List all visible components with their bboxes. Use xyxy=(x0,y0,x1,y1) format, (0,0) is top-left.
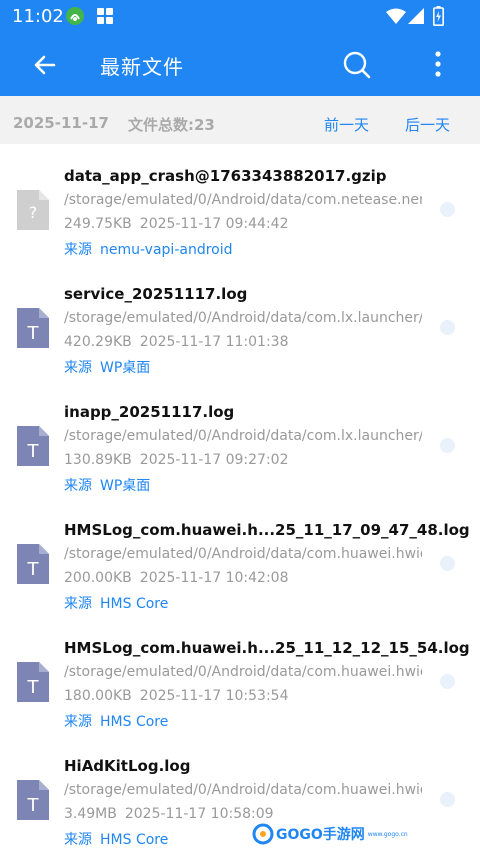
page-title: 最新文件 xyxy=(100,55,184,79)
file-modified-time: 2025-11-17 09:27:02 xyxy=(139,452,289,468)
svg-text:T: T xyxy=(27,323,40,344)
svg-text:T: T xyxy=(27,559,40,580)
file-list-item[interactable]: T HiAdKitLog.log /storage/emulated/0/And… xyxy=(0,734,480,852)
file-path: /storage/emulated/0/Android/data/com.hua… xyxy=(64,782,422,798)
source-label: 来源 xyxy=(64,360,92,376)
source-label: 来源 xyxy=(64,714,92,730)
text-file-icon: T xyxy=(17,426,49,466)
search-button[interactable] xyxy=(342,50,372,80)
file-source: 来源 HMS Core xyxy=(64,829,168,849)
file-size: 200.00KB xyxy=(64,570,132,586)
file-modified-time: 2025-11-17 09:44:42 xyxy=(139,216,289,232)
search-icon xyxy=(343,51,371,79)
file-source: 来源 WP桌面 xyxy=(64,475,150,495)
select-checkbox[interactable] xyxy=(440,674,455,689)
app-notification-icon xyxy=(66,7,84,25)
file-list-item[interactable]: T service_20251117.log /storage/emulated… xyxy=(0,262,480,380)
file-size: 3.49MB xyxy=(64,806,117,822)
file-path: /storage/emulated/0/Android/data/com.hua… xyxy=(64,546,422,562)
app-bar: 11:02 最新文件 xyxy=(0,0,480,96)
status-time: 11:02 xyxy=(12,6,64,27)
wifi-icon xyxy=(386,8,406,28)
file-source: 来源 HMS Core xyxy=(64,593,168,613)
select-checkbox[interactable] xyxy=(440,792,455,807)
source-app: HMS Core xyxy=(100,596,169,612)
date-filter-bar: 2025-11-17 文件总数:23 前一天 后一天 xyxy=(0,96,480,144)
file-name: data_app_crash@1763343882017.gzip xyxy=(64,167,387,185)
file-source: 来源 HMS Core xyxy=(64,711,168,731)
source-app: HMS Core xyxy=(100,832,169,848)
source-app: WP桌面 xyxy=(100,478,151,494)
select-checkbox[interactable] xyxy=(440,320,455,335)
watermark-text: GOGO手游网 xyxy=(276,827,365,843)
file-list-item[interactable]: T HMSLog_com.huawei.h...25_11_12_12_15_5… xyxy=(0,616,480,734)
source-label: 来源 xyxy=(64,242,92,258)
grid-app-icon xyxy=(97,8,113,24)
file-size: 249.75KB xyxy=(64,216,132,232)
select-checkbox[interactable] xyxy=(440,556,455,571)
file-name: service_20251117.log xyxy=(64,285,248,303)
select-checkbox[interactable] xyxy=(440,202,455,217)
file-meta: 3.49MB 2025-11-17 10:58:09 xyxy=(64,806,274,822)
previous-day-button[interactable]: 前一天 xyxy=(324,114,369,135)
back-arrow-icon xyxy=(34,55,56,75)
file-path: /storage/emulated/0/Android/data/com.lx.… xyxy=(64,310,422,326)
text-file-icon: T xyxy=(17,544,49,584)
text-file-icon: T xyxy=(17,662,49,702)
source-app: WP桌面 xyxy=(100,360,151,376)
source-app: nemu-vapi-android xyxy=(100,242,233,258)
svg-text:T: T xyxy=(27,795,40,816)
file-source: 来源 nemu-vapi-android xyxy=(64,239,233,259)
file-source: 来源 WP桌面 xyxy=(64,357,150,377)
text-file-icon: T xyxy=(17,780,49,820)
file-size: 180.00KB xyxy=(64,688,132,704)
file-path: /storage/emulated/0/Android/data/com.hua… xyxy=(64,664,422,680)
file-modified-time: 2025-11-17 11:01:38 xyxy=(139,334,289,350)
back-button[interactable] xyxy=(30,50,60,80)
file-path: /storage/emulated/0/Android/data/com.lx.… xyxy=(64,428,422,444)
file-meta: 180.00KB 2025-11-17 10:53:54 xyxy=(64,688,288,704)
file-list-item[interactable]: ? data_app_crash@1763343882017.gzip /sto… xyxy=(0,144,480,262)
file-path: /storage/emulated/0/Android/data/com.net… xyxy=(64,192,422,208)
more-options-button[interactable] xyxy=(428,50,448,80)
file-modified-time: 2025-11-17 10:53:54 xyxy=(139,688,289,704)
file-name: HiAdKitLog.log xyxy=(64,757,191,775)
svg-text:T: T xyxy=(27,441,40,462)
signal-icon xyxy=(408,8,424,28)
file-size: 420.29KB xyxy=(64,334,132,350)
file-list-item[interactable]: T inapp_20251117.log /storage/emulated/0… xyxy=(0,380,480,498)
more-vert-icon xyxy=(435,51,441,77)
source-label: 来源 xyxy=(64,478,92,494)
file-list: ? data_app_crash@1763343882017.gzip /sto… xyxy=(0,144,480,852)
file-modified-time: 2025-11-17 10:58:09 xyxy=(124,806,274,822)
current-date: 2025-11-17 xyxy=(13,114,109,132)
svg-text:?: ? xyxy=(29,203,38,222)
file-modified-time: 2025-11-17 10:42:08 xyxy=(139,570,289,586)
text-file-icon: T xyxy=(17,308,49,348)
file-meta: 130.89KB 2025-11-17 09:27:02 xyxy=(64,452,288,468)
select-checkbox[interactable] xyxy=(440,438,455,453)
file-meta: 200.00KB 2025-11-17 10:42:08 xyxy=(64,570,288,586)
source-label: 来源 xyxy=(64,596,92,612)
watermark-url: www.gogo.cn xyxy=(367,830,408,838)
battery-charging-icon xyxy=(433,6,444,30)
gogo-logo-icon xyxy=(252,823,274,845)
source-label: 来源 xyxy=(64,832,92,848)
file-name: inapp_20251117.log xyxy=(64,403,235,421)
source-app: HMS Core xyxy=(100,714,169,730)
watermark-logo: GOGO手游网 www.gogo.cn xyxy=(252,822,408,846)
next-day-button[interactable]: 后一天 xyxy=(405,114,450,135)
file-name: HMSLog_com.huawei.h...25_11_17_09_47_48.… xyxy=(64,521,470,539)
file-meta: 420.29KB 2025-11-17 11:01:38 xyxy=(64,334,288,350)
svg-text:T: T xyxy=(27,677,40,698)
file-list-item[interactable]: T HMSLog_com.huawei.h...25_11_17_09_47_4… xyxy=(0,498,480,616)
file-meta: 249.75KB 2025-11-17 09:44:42 xyxy=(64,216,288,232)
file-size: 130.89KB xyxy=(64,452,132,468)
unknown-file-icon: ? xyxy=(17,190,49,230)
file-count: 文件总数:23 xyxy=(128,116,215,134)
file-name: HMSLog_com.huawei.h...25_11_12_12_15_54.… xyxy=(64,639,470,657)
